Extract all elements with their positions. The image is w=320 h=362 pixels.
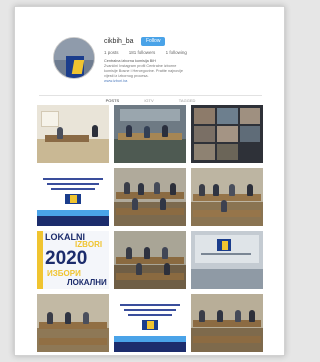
post-poster-2[interactable] — [114, 294, 186, 352]
post-session-room-5[interactable] — [191, 294, 263, 352]
following-count[interactable]: 1 following — [166, 50, 187, 55]
post-session-room-3[interactable] — [114, 231, 186, 289]
post-conference-hall[interactable] — [114, 105, 186, 163]
post-session-room-4[interactable] — [37, 294, 109, 352]
post-lokalni-izbori-2020[interactable]: LOKALNI IZBORI 2020 ИЗБОРИ ЛОКАЛНИ — [37, 231, 109, 289]
profile-stats: 1 posts 181 followers 1 following — [104, 50, 196, 55]
follow-button[interactable]: Follow — [141, 37, 166, 46]
tabs-divider — [39, 95, 262, 96]
profile-bio: Centralna izborna komisija BiH Zvanični … — [104, 59, 184, 84]
post-poster-1[interactable] — [37, 168, 109, 226]
tab-tagged[interactable]: TAGGED — [179, 98, 196, 103]
tab-posts[interactable]: POSTS — [106, 98, 120, 103]
bio-link[interactable]: www.izbori.ba — [104, 79, 184, 84]
tab-igtv[interactable]: IGTV — [144, 98, 153, 103]
profile-username: cikbih_ba — [104, 38, 134, 45]
izbori-cyrillic-word: ИЗБОРИ — [47, 269, 81, 278]
post-session-room-1[interactable] — [114, 168, 186, 226]
post-office-meeting[interactable] — [37, 105, 109, 163]
posts-count[interactable]: 1 posts — [104, 50, 119, 55]
profile-tabs: POSTS IGTV TAGGED — [15, 98, 286, 103]
bio-line: izbornog procesa. — [118, 74, 149, 78]
profile-page: cikbih_ba Follow 1 posts 181 followers 1… — [14, 6, 285, 356]
avatar[interactable] — [53, 37, 95, 79]
post-cik-logo-wall[interactable] — [191, 231, 263, 289]
lokalni-cyrillic-word: ЛОКАЛНИ — [67, 278, 107, 287]
post-video-call[interactable] — [191, 105, 263, 163]
post-session-room-2[interactable] — [191, 168, 263, 226]
year-2020: 2020 — [45, 248, 88, 269]
followers-count[interactable]: 181 followers — [129, 50, 156, 55]
